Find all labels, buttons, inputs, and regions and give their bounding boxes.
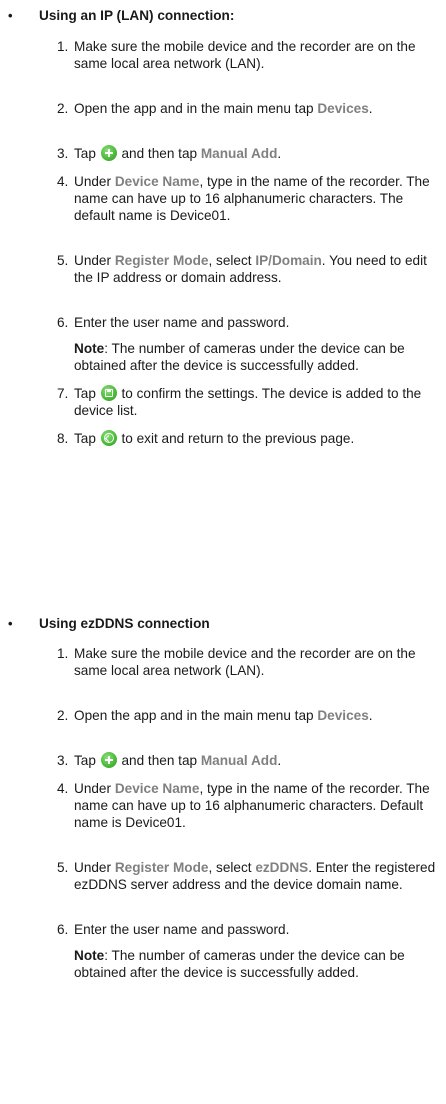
section-heading: Using an IP (LAN) connection: <box>39 8 235 23</box>
list-item: 5. Under Register Mode, select ezDDNS. E… <box>57 859 442 910</box>
list-item: 3. Tap and then tap Manual Add. <box>57 752 442 769</box>
back-icon <box>100 430 117 446</box>
step-number: 2. <box>57 101 69 116</box>
bullet: • <box>8 616 13 631</box>
step-text: . <box>368 101 373 116</box>
step-text: Enter the user name and password. <box>74 922 290 937</box>
step-text: . <box>277 146 282 161</box>
step-number: 1. <box>57 39 69 54</box>
step-number: 6. <box>57 315 69 330</box>
step-number: 3. <box>57 146 69 161</box>
note-label: Note <box>74 948 105 963</box>
list-item: 5. Under Register Mode, select IP/Domain… <box>57 252 442 303</box>
step-text: to exit and return to the previous page. <box>117 431 355 446</box>
ui-term: Devices <box>317 708 369 723</box>
note-text: : The number of cameras under the device… <box>74 341 405 373</box>
ui-term: Device Name <box>114 174 200 189</box>
step-number: 4. <box>57 781 69 796</box>
note-label: Note <box>74 341 105 356</box>
step-text: Tap <box>74 146 100 161</box>
save-icon <box>100 385 117 401</box>
list-item: 8. Tap to exit and return to the previou… <box>57 430 442 464</box>
list-item: 6. Enter the user name and password. Not… <box>57 921 442 981</box>
list-item: 4. Under Device Name, type in the name o… <box>57 780 442 848</box>
step-text: , select <box>208 860 256 875</box>
step-text: and then tap <box>117 146 201 161</box>
ui-term: ezDDNS <box>255 860 309 875</box>
list-item: 1. Make sure the mobile device and the r… <box>57 645 442 696</box>
ui-term: Register Mode <box>114 860 209 875</box>
step-text: Tap <box>74 431 100 446</box>
step-number: 5. <box>57 860 69 875</box>
list-item: 1. Make sure the mobile device and the r… <box>57 38 442 89</box>
step-text: Under <box>74 781 115 796</box>
step-text: Open the app and in the main menu tap <box>74 101 318 116</box>
list-item: 2. Open the app and in the main menu tap… <box>57 707 442 741</box>
note-text: : The number of cameras under the device… <box>74 948 405 980</box>
step-text: Make sure the mobile device and the reco… <box>74 39 416 71</box>
step-number: 2. <box>57 708 69 723</box>
step-text: . <box>277 753 282 768</box>
step-text: Open the app and in the main menu tap <box>74 708 318 723</box>
bullet: • <box>8 8 13 23</box>
step-number: 3. <box>57 753 69 768</box>
step-text: , select <box>208 253 256 268</box>
section-heading: Using ezDDNS connection <box>39 616 210 631</box>
note: Note: The number of cameras under the de… <box>74 340 442 374</box>
step-text: Enter the user name and password. <box>74 315 290 330</box>
step-text: to confirm the settings. The device is a… <box>74 386 422 418</box>
document-page: • Using an IP (LAN) connection: 1. Make … <box>0 0 446 1104</box>
step-text: Under <box>74 253 115 268</box>
add-circle-icon <box>100 145 117 161</box>
list-item: 2. Open the app and in the main menu tap… <box>57 100 442 134</box>
step-number: 1. <box>57 646 69 661</box>
ui-term: Device Name <box>114 781 200 796</box>
ui-term: Manual Add <box>200 146 278 161</box>
ui-term: Devices <box>317 101 369 116</box>
step-number: 5. <box>57 253 69 268</box>
step-number: 6. <box>57 922 69 937</box>
ui-term: Register Mode <box>114 253 209 268</box>
step-number: 4. <box>57 174 69 189</box>
step-number: 7. <box>57 386 69 401</box>
step-number: 8. <box>57 431 69 446</box>
list-item: 4. Under Device Name, type in the name o… <box>57 173 442 241</box>
ui-term: IP/Domain <box>255 253 322 268</box>
add-circle-icon <box>100 752 117 768</box>
list-item: 6. Enter the user name and password. Not… <box>57 314 442 374</box>
step-text: Under <box>74 174 115 189</box>
steps-list: 1. Make sure the mobile device and the r… <box>57 645 442 981</box>
step-text: and then tap <box>117 753 201 768</box>
ui-term: Manual Add <box>200 753 278 768</box>
steps-list: 1. Make sure the mobile device and the r… <box>57 38 442 464</box>
step-text: Make sure the mobile device and the reco… <box>74 646 416 678</box>
list-item: 3. Tap and then tap Manual Add. <box>57 145 442 162</box>
note: Note: The number of cameras under the de… <box>74 947 442 981</box>
list-item: 7. Tap to confirm the settings. The devi… <box>57 385 442 419</box>
step-text: Tap <box>74 386 100 401</box>
step-text: Under <box>74 860 115 875</box>
step-text: Tap <box>74 753 100 768</box>
step-text: . <box>368 708 373 723</box>
